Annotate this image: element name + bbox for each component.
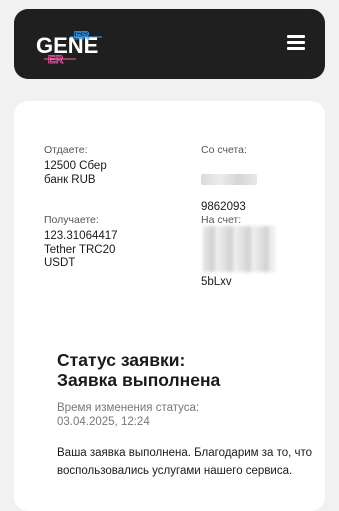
from-account-value: 9862093 <box>201 160 311 214</box>
masked-text <box>201 173 257 185</box>
status-time: 03.04.2025, 12:24 <box>57 416 150 428</box>
from-account-label: Со счета: <box>201 144 247 156</box>
give-label: Отдаете: <box>44 144 88 156</box>
give-field: Отдаете: 12500 Сбер банк RUB <box>44 144 154 187</box>
logo-accent-text-top: ER <box>74 30 89 42</box>
give-value: 12500 Сбер банк RUB <box>44 160 107 186</box>
logo-accent-text-bottom: ER <box>48 54 63 66</box>
receive-label: Получаете: <box>44 214 99 226</box>
menu-line <box>287 35 305 38</box>
receive-field: Получаете: 123.31064417 Tether TRC20 USD… <box>44 214 154 271</box>
site-header: GENE ER ER <box>14 9 325 79</box>
hamburger-menu-icon[interactable] <box>287 34 305 52</box>
menu-line <box>287 41 305 44</box>
receive-value: 123.31064417 Tether TRC20 USDT <box>44 230 118 269</box>
from-account-field: Со счета: 9862093 <box>201 144 311 214</box>
status-time-label: Время изменения статуса: <box>57 402 200 414</box>
from-account-visible: 9862093 <box>201 200 246 213</box>
status-message: Ваша заявка выполнена. Благодарим за то,… <box>57 447 313 477</box>
masked-address <box>203 226 275 272</box>
logo-icon[interactable]: GENE ER ER <box>34 23 124 67</box>
status-title: Статус заявки: Заявка выполнена <box>57 350 221 390</box>
to-account-visible: 5bLxv <box>201 276 232 288</box>
menu-line <box>287 47 305 50</box>
